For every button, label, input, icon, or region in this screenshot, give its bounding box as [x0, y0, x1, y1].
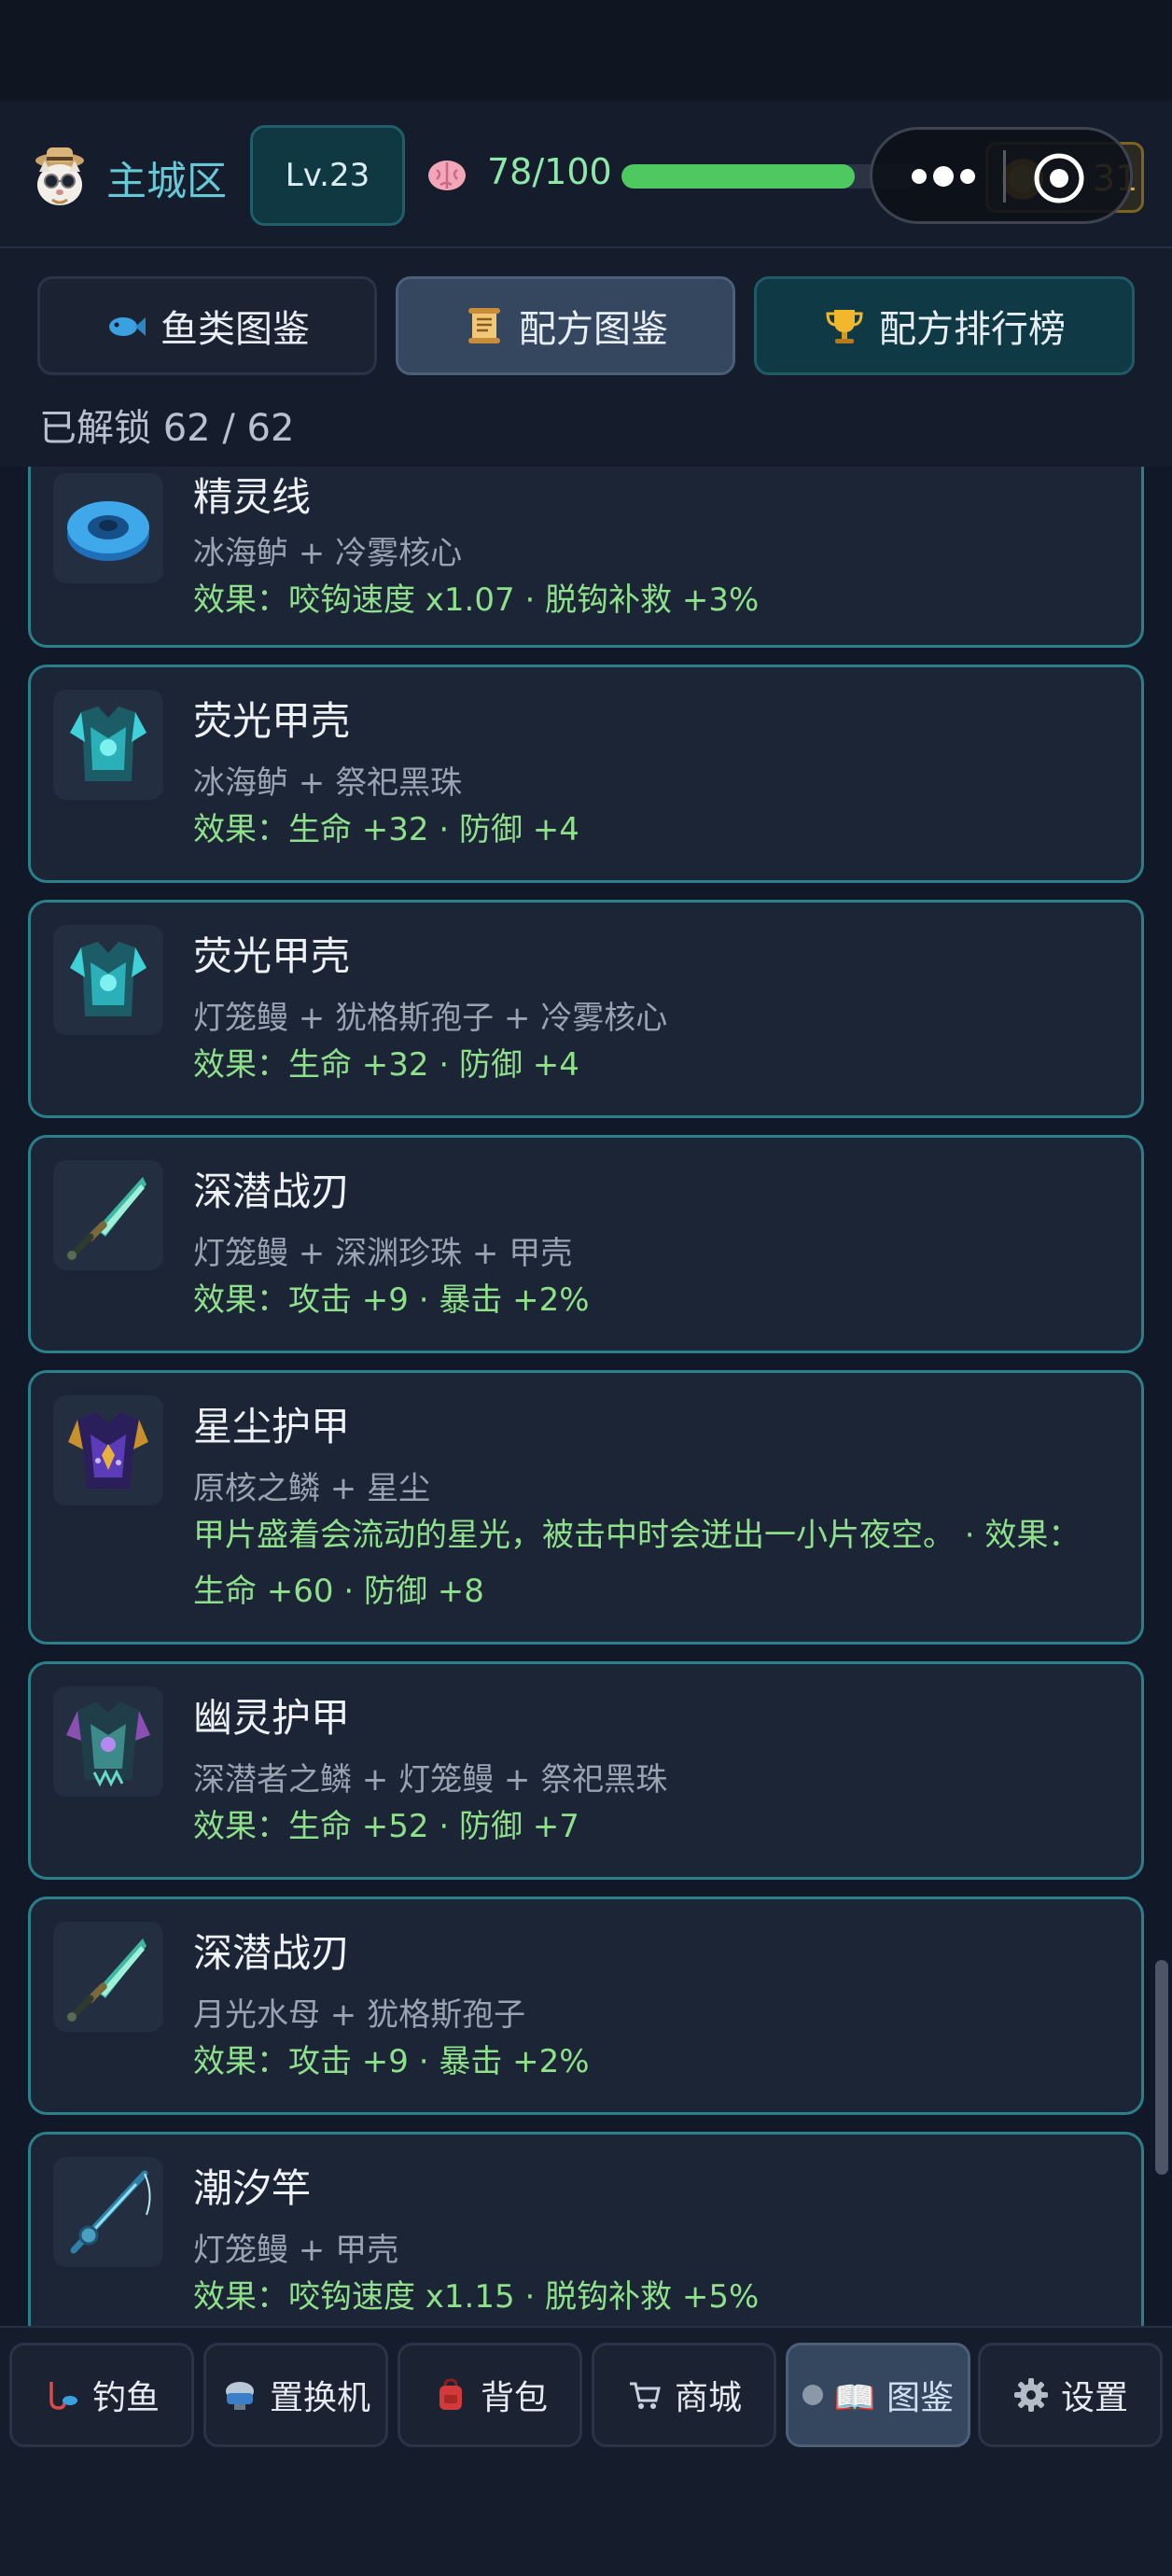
nav-converter[interactable]: 置换机 [203, 2343, 388, 2447]
level-badge: Lv.23 [250, 125, 405, 226]
recipe-ingredients: 深潜者之鳞 + 灯笼鳗 + 祭祀黑珠 [193, 1761, 668, 1799]
glow-shell-armor-icon [53, 690, 163, 800]
status-bar-area [0, 0, 1172, 101]
nav-converter-label: 置换机 [269, 2379, 370, 2417]
cat-avatar-icon[interactable] [24, 140, 95, 211]
recipe-ingredients: 灯笼鳗 + 深渊珍珠 + 甲壳 [193, 1235, 573, 1272]
nav-bag-label: 背包 [480, 2379, 548, 2417]
more-icon[interactable] [906, 158, 981, 195]
stamina-bar-fill [621, 164, 855, 189]
recipe-name: 深潜战刃 [193, 1169, 351, 1214]
nav-bag[interactable]: 背包 [398, 2343, 582, 2447]
glow-shell-armor-icon [53, 925, 163, 1035]
recipe-card[interactable]: 潮汐竿 灯笼鳗 + 甲壳 效果：咬钩速度 x1.15 · 脱钩补救 +5% [28, 2132, 1144, 2326]
recipe-name: 深潜战刃 [193, 1930, 351, 1976]
nav-shop[interactable]: 商城 [592, 2343, 776, 2447]
top-header: 主城区 Lv.23 78/100 31 [0, 101, 1172, 248]
recipe-effect: 效果：咬钩速度 x1.15 · 脱钩补救 +5% [193, 2278, 760, 2316]
converter-icon [225, 2382, 254, 2410]
nav-settings[interactable]: 设置 [978, 2343, 1163, 2447]
recipe-effect: 效果：攻击 +9 · 暴击 +2% [193, 2043, 590, 2080]
recipe-ingredients: 灯笼鳗 + 犹格斯孢子 + 冷雾核心 [193, 1000, 668, 1037]
recipe-name: 幽灵护甲 [193, 1695, 351, 1741]
list-scrollbar[interactable] [1155, 1960, 1168, 2175]
codex-tabs-bar: 鱼类图鉴 配方图鉴 配方排行榜 已解锁 62 / 62 [0, 248, 1172, 467]
tab-fish-codex[interactable]: 鱼类图鉴 [37, 276, 377, 375]
nav-fishing-label: 钓鱼 [91, 2379, 160, 2417]
tab-recipe-label: 配方图鉴 [519, 308, 668, 351]
stardust-armor-icon [53, 1395, 163, 1505]
nav-shop-label: 商城 [674, 2379, 742, 2417]
recipe-name: 荧光甲壳 [193, 698, 351, 744]
tab-recipe-codex[interactable]: 配方图鉴 [396, 276, 735, 375]
recipe-card[interactable]: 深潜战刃 月光水母 + 犹格斯孢子 效果：攻击 +9 · 暴击 +2% [28, 1897, 1144, 2115]
recipe-ingredients: 月光水母 + 犹格斯孢子 [193, 1996, 526, 2034]
close-target-icon[interactable] [1031, 150, 1087, 206]
stamina-text: 78/100 [487, 151, 612, 192]
zone-label[interactable]: 主城区 [106, 149, 227, 207]
recipe-card[interactable]: 荧光甲壳 灯笼鳗 + 犹格斯孢子 + 冷雾核心 效果：生命 +32 · 防御 +… [28, 900, 1144, 1118]
recipe-name: 精灵线 [193, 474, 312, 520]
tide-rod-icon [53, 2157, 163, 2267]
deep-dive-blade-icon [53, 1922, 163, 2032]
recipe-ingredients: 灯笼鳗 + 甲壳 [193, 2232, 399, 2269]
capsule-divider [1003, 150, 1006, 203]
active-dot-icon [802, 2385, 823, 2405]
recipe-effect: 甲片盛着会流动的星光，被击中时会迸出一小片夜空。 · 效果：生命 +60 · 防… [193, 1517, 1081, 1610]
recipe-effect: 效果：咬钩速度 x1.07 · 脱钩补救 +3% [193, 581, 760, 619]
nav-settings-label: 设置 [1060, 2379, 1128, 2417]
fish-icon [109, 317, 146, 336]
backpack-icon [439, 2378, 462, 2410]
brain-icon [428, 161, 466, 190]
bottom-nav: 钓鱼 置换机 背包 商城 📖 图鉴 设置 [0, 2326, 1172, 2576]
tab-fish-label: 鱼类图鉴 [160, 308, 310, 351]
recipe-ingredients: 冰海鲈 + 祭祀黑珠 [193, 764, 463, 802]
trophy-icon [826, 310, 863, 343]
recipe-effect: 效果：生命 +32 · 防御 +4 [193, 1046, 579, 1084]
recipe-card[interactable]: 深潜战刃 灯笼鳗 + 深渊珍珠 + 甲壳 效果：攻击 +9 · 暴击 +2% [28, 1135, 1144, 1353]
recipe-name: 星尘护甲 [193, 1404, 351, 1449]
cart-icon [629, 2382, 661, 2409]
gear-icon [1013, 2378, 1048, 2412]
fishing-icon [49, 2382, 77, 2410]
mini-program-capsule [870, 127, 1133, 224]
recipe-ingredients: 冰海鲈 + 冷雾核心 [193, 535, 463, 572]
recipe-card[interactable]: 荧光甲壳 冰海鲈 + 祭祀黑珠 效果：生命 +32 · 防御 +4 [28, 665, 1144, 883]
nav-codex[interactable]: 📖 图鉴 [786, 2343, 970, 2447]
recipe-effect: 效果：生命 +32 · 防御 +4 [193, 811, 579, 848]
tab-recipe-ranking[interactable]: 配方排行榜 [754, 276, 1135, 375]
tab-rank-label: 配方排行榜 [879, 308, 1066, 351]
nav-fishing[interactable]: 钓鱼 [9, 2343, 194, 2447]
ghost-armor-icon [53, 1687, 163, 1797]
recipe-list[interactable]: 精灵线 冰海鲈 + 冷雾核心 效果：咬钩速度 x1.07 · 脱钩补救 +3% … [0, 467, 1172, 2326]
scroll-icon [468, 308, 500, 343]
recipe-card[interactable]: 精灵线 冰海鲈 + 冷雾核心 效果：咬钩速度 x1.07 · 脱钩补救 +3% [28, 467, 1144, 648]
app-root: 主城区 Lv.23 78/100 31 [0, 0, 1172, 2576]
recipe-name: 荧光甲壳 [193, 933, 351, 979]
recipe-name: 潮汐竿 [193, 2165, 312, 2211]
spirit-line-icon [53, 473, 163, 583]
deep-dive-blade-icon [53, 1160, 163, 1270]
recipe-card[interactable]: 星尘护甲 原核之鳞 + 星尘 甲片盛着会流动的星光，被击中时会迸出一小片夜空。 … [28, 1370, 1144, 1645]
unlock-progress-text: 已解锁 62 / 62 [39, 407, 295, 450]
recipe-card[interactable]: 幽灵护甲 深潜者之鳞 + 灯笼鳗 + 祭祀黑珠 效果：生命 +52 · 防御 +… [28, 1661, 1144, 1880]
nav-codex-label: 📖 图鉴 [833, 2379, 955, 2417]
recipe-effect: 效果：生命 +52 · 防御 +7 [193, 1808, 579, 1845]
recipe-effect: 效果：攻击 +9 · 暴击 +2% [193, 1281, 590, 1319]
recipe-ingredients: 原核之鳞 + 星尘 [193, 1470, 431, 1507]
